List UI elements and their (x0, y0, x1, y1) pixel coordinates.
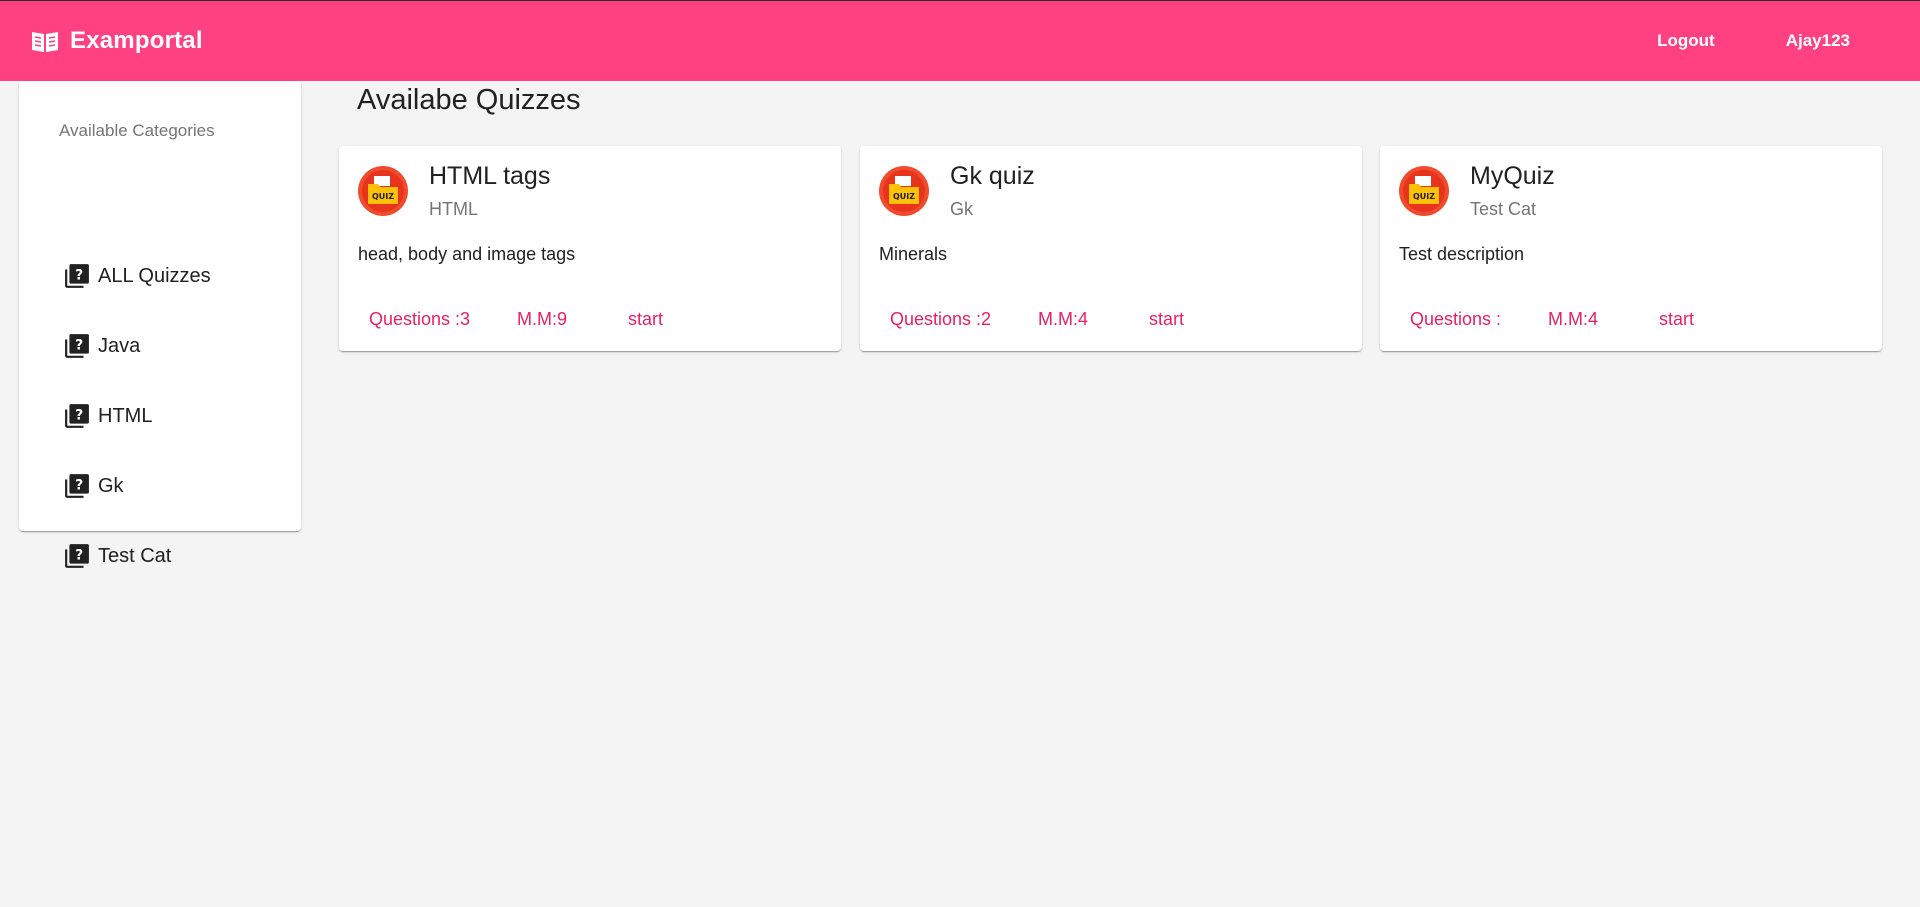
quiz-title: HTML tags (429, 162, 551, 190)
svg-text:QUIZ: QUIZ (1413, 192, 1435, 201)
quiz-title: MyQuiz (1470, 162, 1555, 190)
quiz-avatar-icon: QUIZ (1399, 166, 1449, 216)
questions-button[interactable]: Questions :2 (890, 309, 991, 330)
quiz-description: Test description (1399, 244, 1525, 264)
quiz-category: Test Cat (1470, 199, 1537, 219)
start-button[interactable]: start (1149, 309, 1184, 330)
quiz-description: head, body and image tags (358, 244, 576, 264)
questions-button[interactable]: Questions :3 (369, 309, 470, 330)
quiz-card: QUIZ Gk quiz Gk Minerals Questions :2 M.… (860, 146, 1362, 351)
svg-text:QUIZ: QUIZ (893, 192, 915, 201)
max-marks-button[interactable]: M.M:9 (517, 309, 567, 330)
svg-text:?: ? (75, 547, 83, 563)
brand-link[interactable]: Examportal (30, 27, 203, 55)
logout-button[interactable]: Logout (1641, 21, 1731, 61)
quiz-icon: ? (65, 404, 89, 428)
quiz-icon: ? (65, 474, 89, 498)
quiz-card: QUIZ HTML tags HTML head, body and image… (339, 146, 841, 351)
quiz-icon: ? (65, 334, 89, 358)
sidebar-item-label: ALL Quizzes (98, 264, 211, 287)
svg-text:?: ? (75, 477, 83, 493)
sidebar-item-label: Test Cat (98, 544, 172, 567)
quiz-category: Gk (950, 199, 974, 219)
sidebar-item-html[interactable]: ? HTML (64, 394, 289, 438)
quiz-category: HTML (429, 199, 478, 219)
quiz-icon: ? (65, 264, 89, 288)
sidebar-item-java[interactable]: ? Java (64, 324, 289, 368)
quiz-avatar-icon: QUIZ (358, 166, 408, 216)
user-profile-button[interactable]: Ajay123 (1770, 21, 1866, 61)
sidebar-item-test-cat[interactable]: ? Test Cat (64, 534, 289, 578)
start-button[interactable]: start (1659, 309, 1694, 330)
sidebar-item-label: Java (98, 334, 141, 357)
quiz-icon: ? (65, 544, 89, 568)
brand-title: Examportal (70, 27, 203, 54)
quiz-title: Gk quiz (950, 162, 1035, 190)
sidebar-heading: Available Categories (59, 121, 215, 140)
sidebar-item-label: HTML (98, 404, 153, 427)
quiz-avatar-icon: QUIZ (879, 166, 929, 216)
sidebar-item-gk[interactable]: ? Gk (64, 464, 289, 508)
start-button[interactable]: start (628, 309, 663, 330)
book-icon (32, 32, 58, 52)
quiz-card: QUIZ MyQuiz Test Cat Test description Qu… (1380, 146, 1882, 351)
categories-sidebar: Available Categories ? ALL Quizzes ? Jav… (19, 81, 301, 568)
svg-text:?: ? (75, 337, 83, 353)
sidebar-item-label: Gk (98, 474, 124, 497)
sidebar-item-all-quizzes[interactable]: ? ALL Quizzes (64, 254, 289, 298)
svg-text:?: ? (75, 407, 83, 423)
svg-text:?: ? (75, 267, 83, 283)
max-marks-button[interactable]: M.M:4 (1548, 309, 1598, 330)
top-toolbar: Examportal Logout Ajay123 (0, 0, 1920, 81)
quiz-description: Minerals (879, 244, 948, 264)
svg-text:QUIZ: QUIZ (372, 192, 394, 201)
questions-button[interactable]: Questions : (1410, 309, 1501, 330)
page-title: Availabe Quizzes (357, 84, 581, 116)
max-marks-button[interactable]: M.M:4 (1038, 309, 1088, 330)
